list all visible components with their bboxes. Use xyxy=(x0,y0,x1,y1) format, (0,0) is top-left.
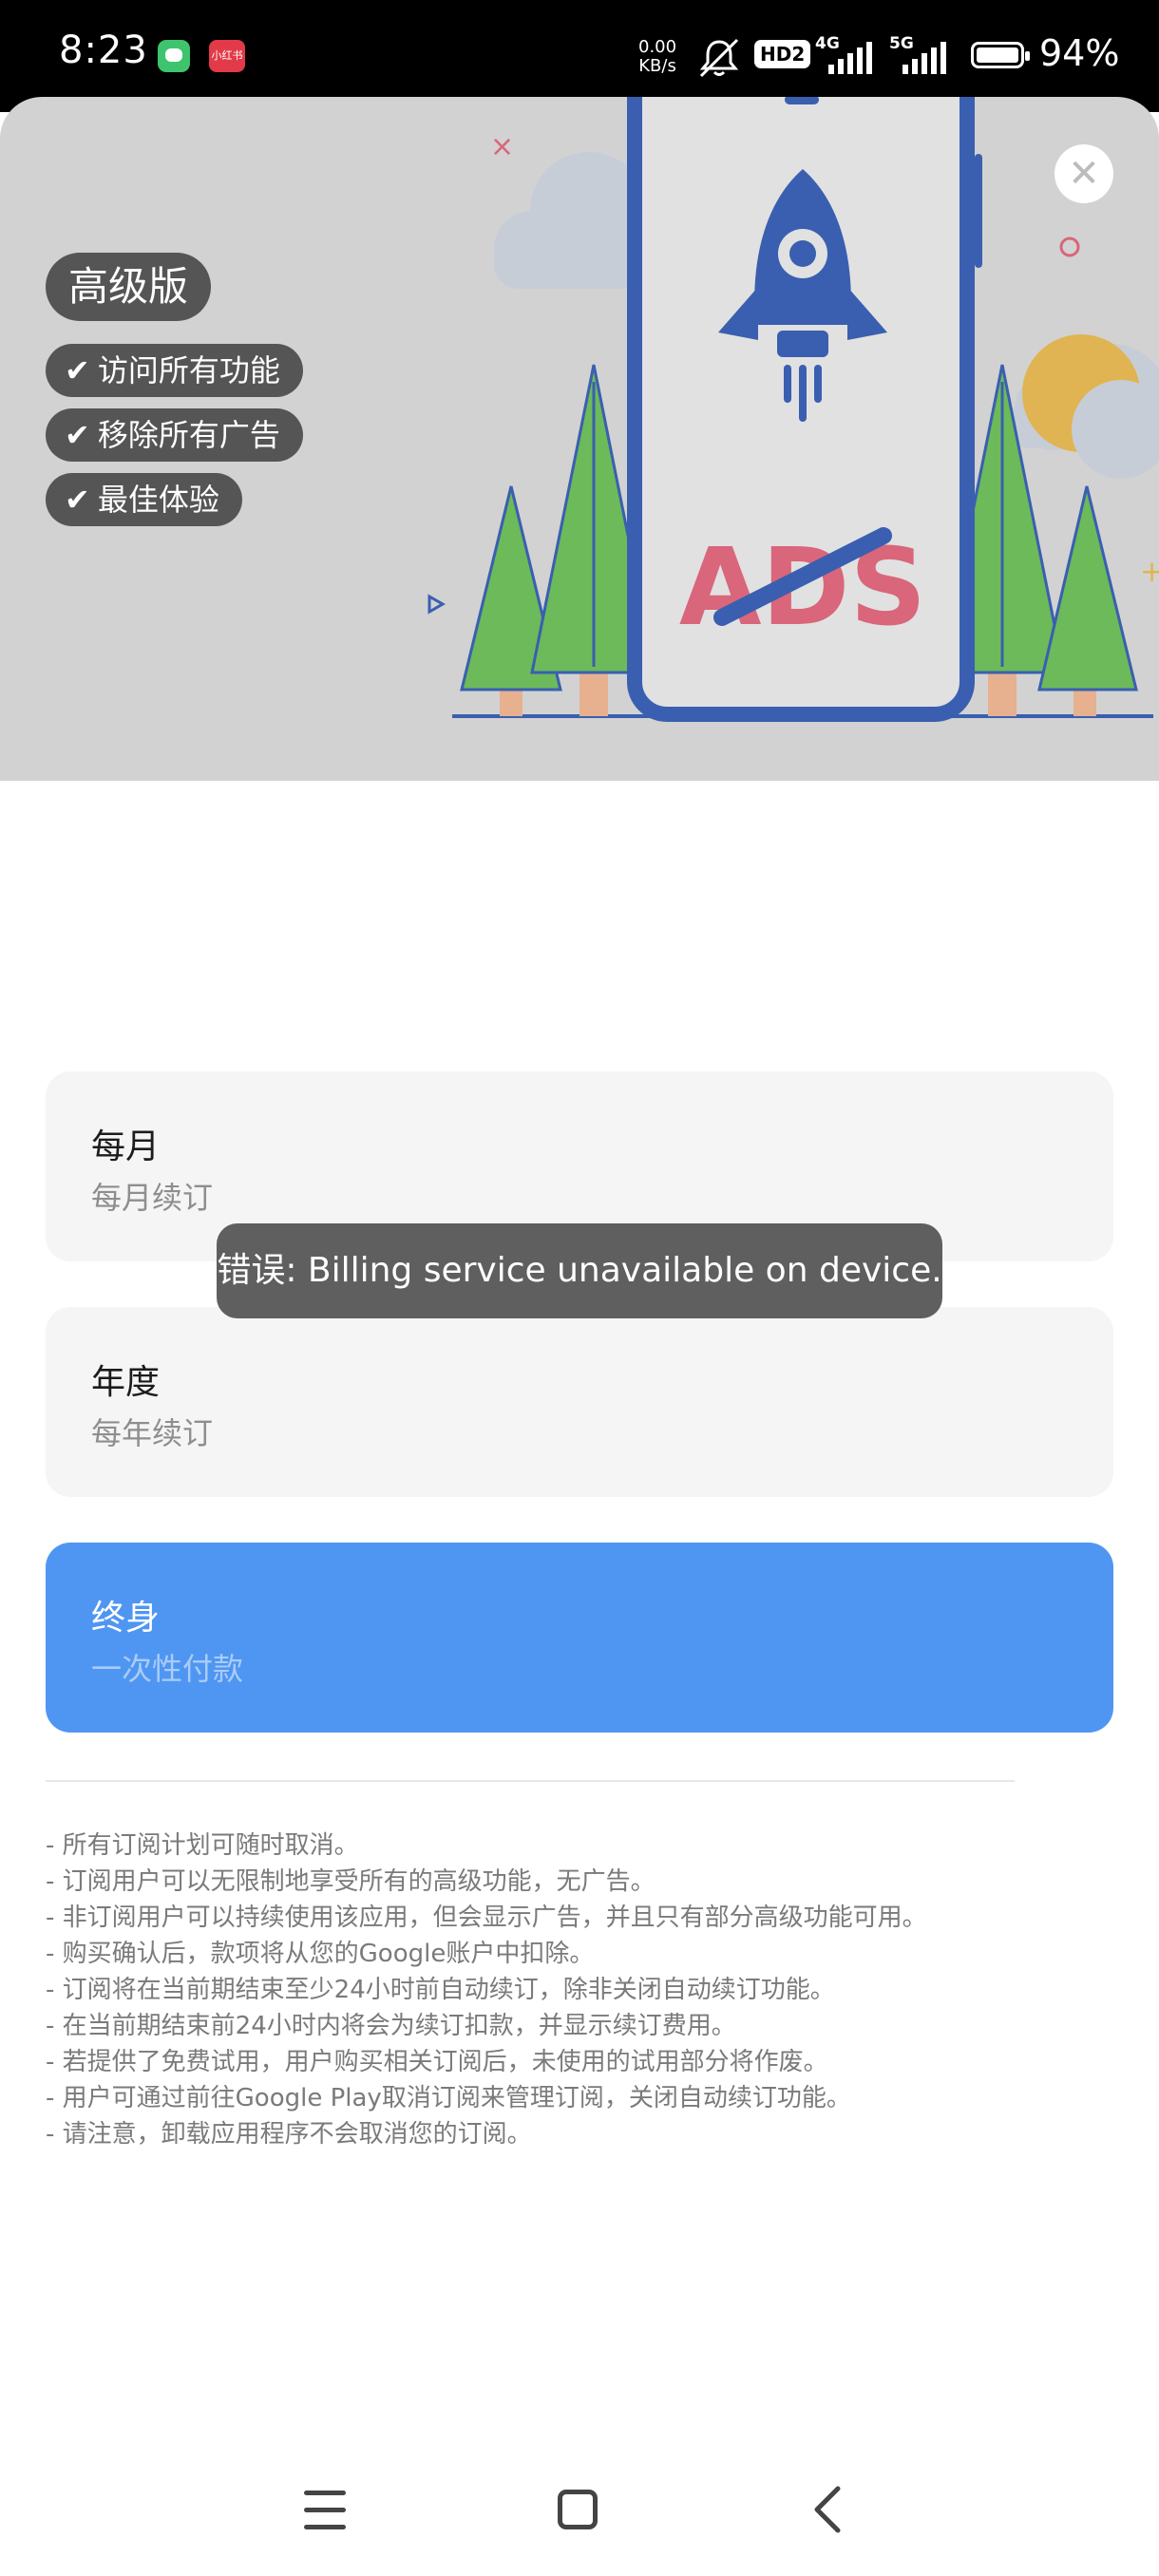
plan-name: 每月 xyxy=(91,1127,161,1166)
feature-label: 最佳体验 xyxy=(97,482,219,518)
check-icon: ✔ xyxy=(65,352,90,388)
terms-line: - 在当前期结束前24小时内将会为续订扣款，并显示续订费用。 xyxy=(46,2012,736,2040)
close-icon: ✕ xyxy=(1068,152,1100,196)
ads-illustration-text: ADS xyxy=(679,526,926,650)
plan-name: 终身 xyxy=(91,1599,161,1638)
error-toast: 错误: Billing service unavailable on devic… xyxy=(217,1223,942,1318)
feature-tag: ✔ 最佳体验 xyxy=(46,473,242,526)
back-button[interactable] xyxy=(809,2485,847,2534)
premium-title-tag: 高级版 xyxy=(46,253,212,321)
terms-line: - 购买确认后，款项将从您的Google账户中扣除。 xyxy=(46,1940,595,1968)
check-icon: ✔ xyxy=(65,417,90,453)
network-speed-value: 0.00 xyxy=(638,37,677,57)
signal-4g-icon: 4G xyxy=(815,34,880,76)
terms-line: - 若提供了免费试用，用户购买相关订阅后，未使用的试用部分将作废。 xyxy=(46,2048,828,2076)
plan-description: 每年续订 xyxy=(91,1415,214,1451)
feature-label: 访问所有功能 xyxy=(97,352,280,388)
plan-yearly[interactable]: 年度 每年续订 xyxy=(46,1307,1113,1497)
svg-text:×: × xyxy=(490,130,514,163)
subscription-terms: - 所有订阅计划可随时取消。 - 订阅用户可以无限制地享受所有的高级功能，无广告… xyxy=(46,1828,1119,2152)
mute-alarm-icon xyxy=(699,38,739,78)
network-speed-unit: KB/s xyxy=(638,56,676,76)
plan-description: 每月续订 xyxy=(91,1180,214,1216)
feature-label: 移除所有广告 xyxy=(97,417,280,453)
xiaohongshu-notification-icon: 小红书 xyxy=(209,40,245,72)
network-speed: 0.00 KB/s xyxy=(638,38,676,76)
terms-line: - 非订阅用户可以持续使用该应用，但会显示广告，并且只有部分高级功能可用。 xyxy=(46,1904,927,1932)
check-icon: ✔ xyxy=(65,482,90,518)
status-time: 8:23 xyxy=(59,28,148,72)
plan-lifetime[interactable]: 终身 一次性付款 xyxy=(46,1543,1113,1733)
plan-name: 年度 xyxy=(91,1363,161,1402)
home-button[interactable] xyxy=(558,2490,598,2529)
svg-text:+: + xyxy=(1140,556,1159,589)
status-bar: 8:23 小红书 0.00 KB/s HD2 4G 5G 94% xyxy=(0,0,1159,112)
terms-line: - 请注意，卸载应用程序不会取消您的订阅。 xyxy=(46,2120,532,2149)
terms-line: - 订阅用户可以无限制地享受所有的高级功能，无广告。 xyxy=(46,1867,656,1896)
battery-icon xyxy=(971,42,1030,68)
battery-percent: 94% xyxy=(1039,32,1120,74)
plan-description: 一次性付款 xyxy=(91,1651,244,1687)
wechat-notification-icon xyxy=(158,40,190,72)
terms-line: - 用户可通过前往Google Play取消订阅来管理订阅，关闭自动续订功能。 xyxy=(46,2084,851,2112)
feature-tag: ✔ 移除所有广告 xyxy=(46,408,303,462)
close-button[interactable]: ✕ xyxy=(1054,144,1113,203)
feature-tag: ✔ 访问所有功能 xyxy=(46,344,303,397)
recent-apps-button[interactable] xyxy=(304,2491,346,2529)
terms-line: - 所有订阅计划可随时取消。 xyxy=(46,1831,359,1860)
hd-voice-badge: HD2 xyxy=(754,40,811,68)
divider xyxy=(46,1780,1015,1782)
signal-5g-icon: 5G xyxy=(889,34,954,76)
terms-line: - 订阅将在当前期结束至少24小时前自动续订，除非关闭自动续订功能。 xyxy=(46,1976,835,2004)
